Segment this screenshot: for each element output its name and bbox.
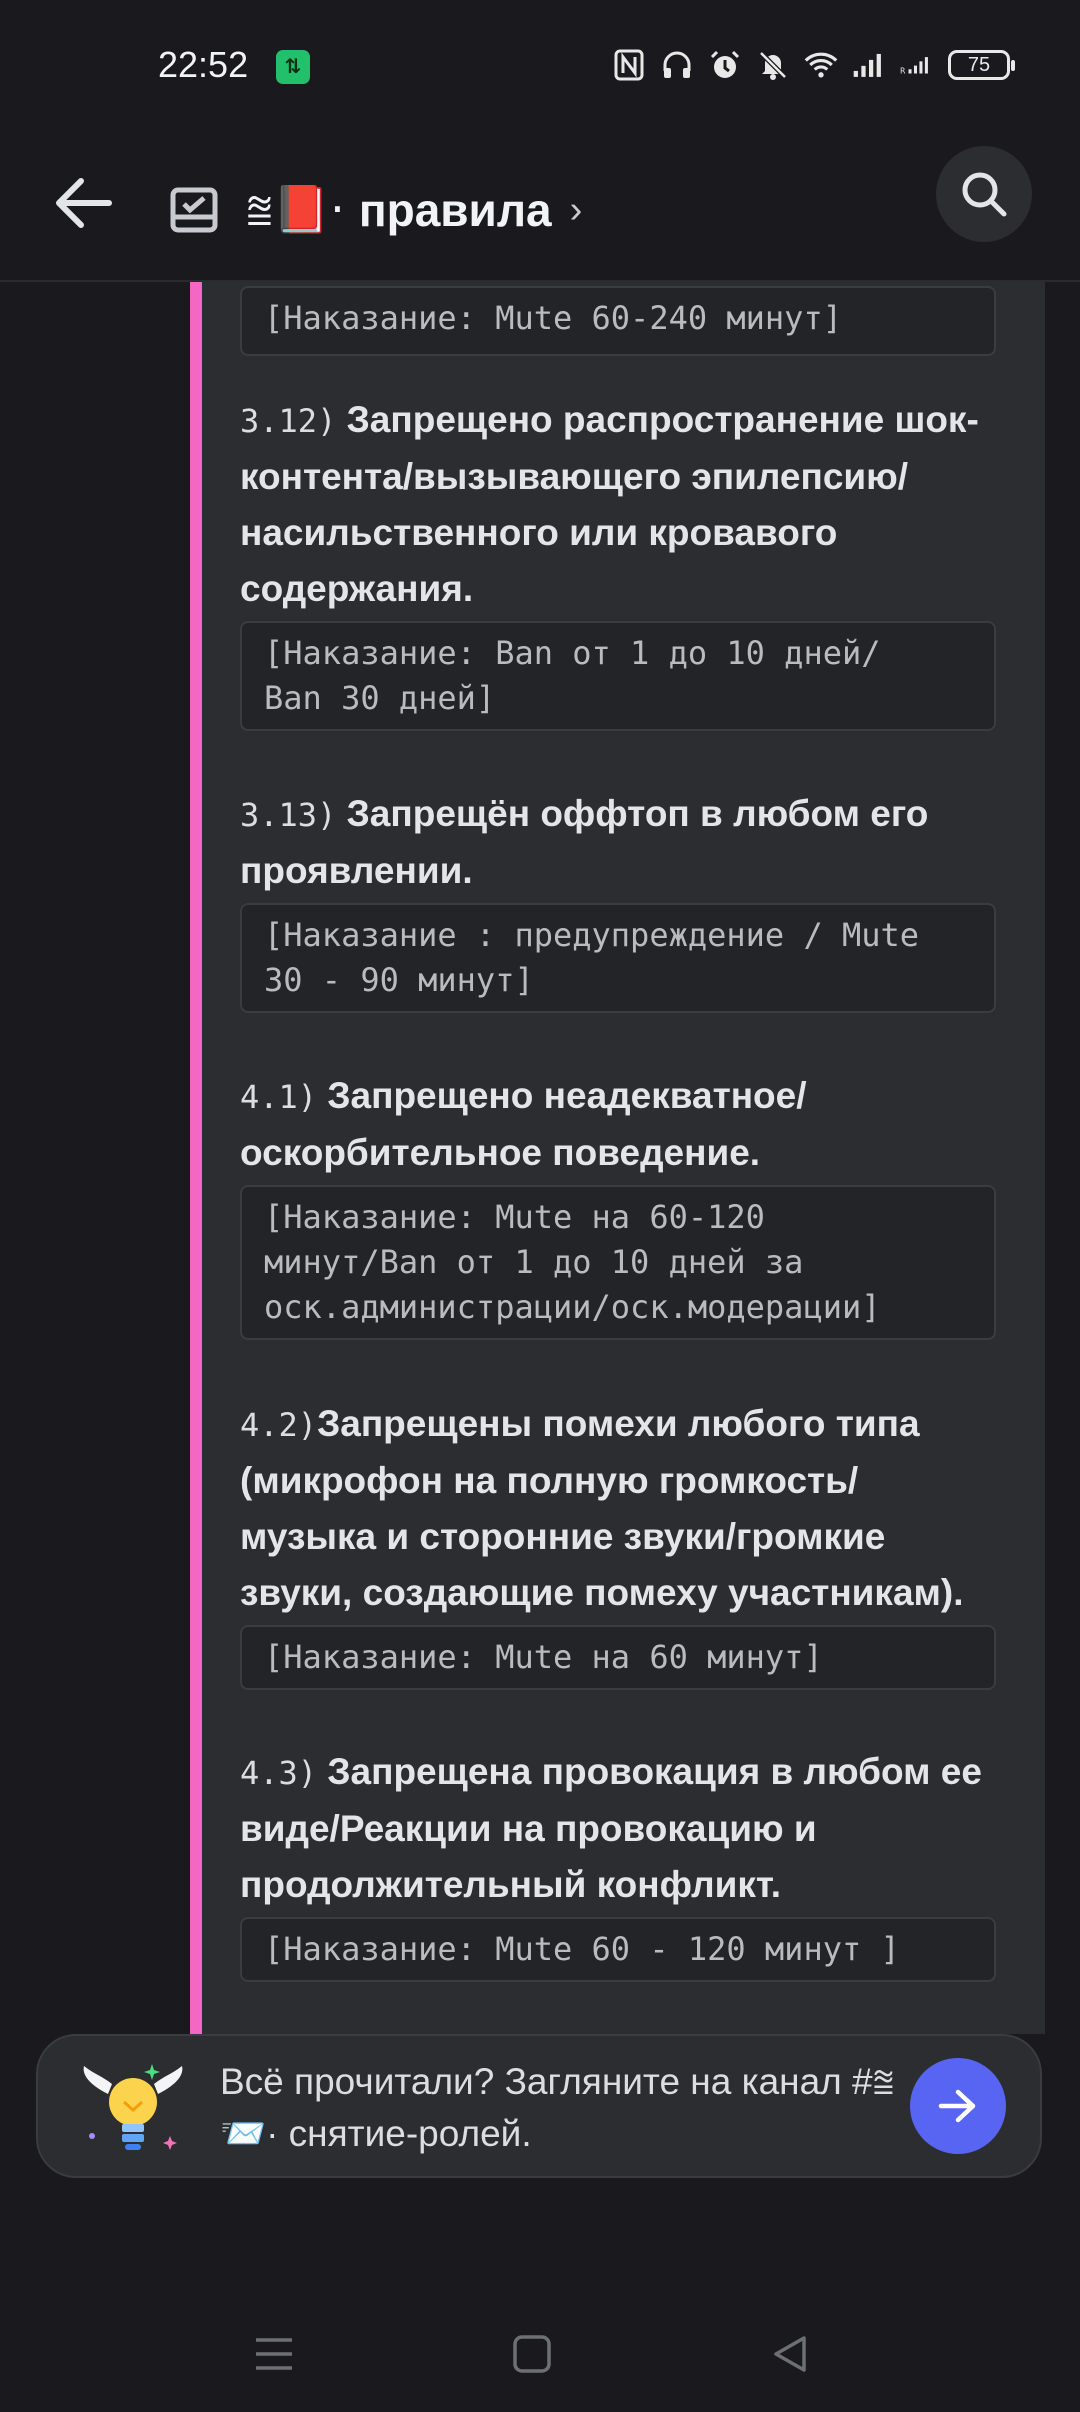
rule-text: 4.2)Запрещены помехи любого типа (микроф… [240, 1396, 1000, 1621]
menu-icon [256, 2338, 292, 2370]
message-list[interactable]: [Наказание: Mute 60-240 минут] 3.12) Зап… [0, 282, 1080, 2034]
rule-body: Запрещено распространение шок-контента/в… [240, 399, 979, 609]
signal-icon [852, 48, 886, 82]
recents-button[interactable] [244, 2324, 304, 2384]
nfc-icon [612, 48, 646, 82]
signal-roaming-icon: R [900, 48, 934, 82]
channel-emoji-prefix: ⩰📕· [246, 182, 345, 236]
svg-text:R: R [900, 67, 906, 76]
punishment-box: [Наказание: Ban от 1 до 10 дней/ Ban 30 … [240, 621, 996, 731]
channel-title[interactable]: ⩰📕· правила › [170, 140, 582, 280]
arrow-right-icon [938, 2089, 976, 2123]
rule-body: Запрещены помехи любого типа (микрофон н… [240, 1403, 964, 1613]
banner-text: Всё прочитали? Загляните на канал #⩰📨· с… [220, 2061, 895, 2154]
rule-text: 4.1) Запрещено неадекватное/ оскорбитель… [240, 1068, 1000, 1181]
battery-icon: 75 [948, 50, 1015, 80]
rule-number: 4.1) [240, 1078, 318, 1116]
search-icon [962, 172, 1007, 217]
search-button[interactable] [936, 146, 1032, 242]
embed-accent-bar [190, 282, 202, 2034]
rule-body: Запрещено неадекватное/ оскорбительное п… [240, 1075, 807, 1173]
punishment-box: [Наказание : предупреждение / Mute 30 - … [240, 903, 996, 1013]
mute-icon [756, 48, 790, 82]
wifi-icon [804, 48, 838, 82]
alarm-icon [708, 48, 742, 82]
home-icon [513, 2335, 551, 2373]
chevron-right-icon: › [569, 188, 583, 231]
read-rules-banner[interactable]: Всё прочитали? Загляните на канал #⩰📨· с… [36, 2034, 1042, 2178]
rules-embed: [Наказание: Mute 60-240 минут] 3.12) Зап… [190, 282, 1045, 2034]
punishment-box: [Наказание: Mute на 60 минут] [240, 1625, 996, 1690]
status-time: 22:52 [158, 44, 249, 85]
data-transfer-icon: ⇅ [276, 50, 310, 84]
punishment-box: [Наказание: Mute 60-240 минут] [240, 286, 996, 356]
rule-body: Запрещена провокация в любом ее виде/Реа… [240, 1751, 982, 1905]
go-to-channel-button[interactable] [910, 2058, 1006, 2154]
punishment-box: [Наказание: Mute 60 - 120 минут ] [240, 1917, 996, 1982]
rule-block: 3.12) Запрещено распространение шок-конт… [240, 392, 1000, 731]
rule-number: 3.12) [240, 402, 337, 440]
rules-channel-icon [170, 187, 218, 233]
status-bar: 22:52 ⇅ R 75 [0, 0, 1080, 140]
rule-text: 3.13) Запрещён оффтоп в любом его проявл… [240, 786, 1000, 899]
headphones-icon [660, 48, 694, 82]
rule-body: Запрещён оффтоп в любом его проявлении. [240, 793, 929, 891]
status-icons: R 75 [612, 48, 1015, 82]
rule-text: 3.12) Запрещено распространение шок-конт… [240, 392, 1000, 617]
rule-block: [Наказание: Mute 60-240 минут] [240, 282, 1000, 356]
system-nav-bar [0, 2300, 1080, 2412]
home-button[interactable] [502, 2324, 562, 2384]
rule-block: 4.3) Запрещена провокация в любом ее вид… [240, 1744, 1000, 1982]
rule-text: 4.3) Запрещена провокация в любом ее вид… [240, 1744, 1000, 1913]
channel-name: правила [358, 184, 552, 236]
back-triangle-icon [774, 2336, 806, 2372]
rule-block: 3.13) Запрещён оффтоп в любом его проявл… [240, 786, 1000, 1013]
rule-number: 3.13) [240, 796, 337, 834]
rule-number: 4.2) [240, 1406, 318, 1444]
channel-header: ⩰📕· правила › [0, 140, 1080, 280]
nav-back-button[interactable] [760, 2324, 820, 2384]
winged-lightbulb-icon [78, 2054, 188, 2164]
punishment-box: [Наказание: Mute на 60-120 минут/Ban от … [240, 1185, 996, 1340]
rule-block: 4.2)Запрещены помехи любого типа (микроф… [240, 1396, 1000, 1690]
arrow-left-icon [56, 178, 112, 228]
back-button[interactable] [48, 168, 118, 238]
rule-block: 4.1) Запрещено неадекватное/ оскорбитель… [240, 1068, 1000, 1340]
rule-number: 4.3) [240, 1754, 318, 1792]
